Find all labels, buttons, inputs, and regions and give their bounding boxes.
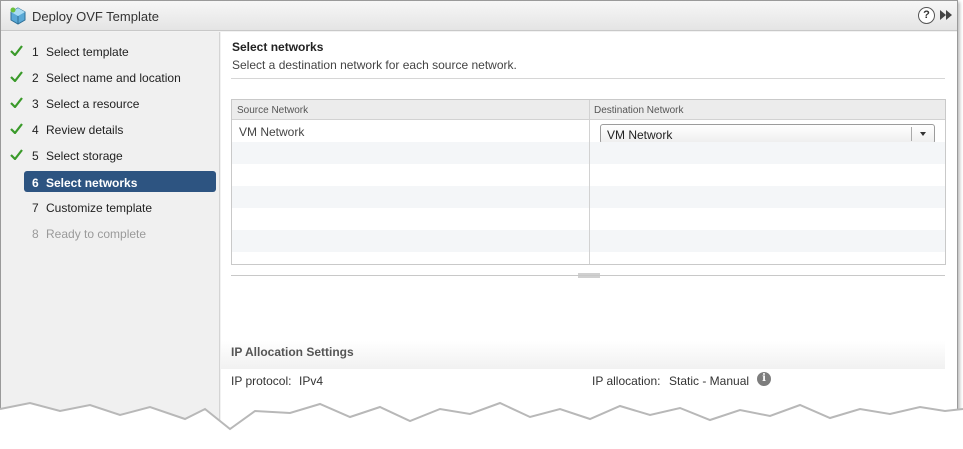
page-description: Select a destination network for each so…: [232, 58, 517, 72]
wizard-step-select-name-and-location[interactable]: 2 Select name and location: [1, 66, 220, 88]
wizard-step-select-networks[interactable]: 6 Select networks: [1, 171, 220, 193]
step-number: 8: [32, 227, 39, 241]
step-number: 4: [32, 123, 39, 137]
step-label: Select template: [46, 45, 129, 59]
step-label: Review details: [46, 123, 124, 137]
ip-protocol-label: IP protocol:: [231, 374, 292, 388]
step-number: 6: [32, 176, 39, 190]
ovf-template-icon: [10, 7, 26, 25]
wizard-steps-sidebar: 1 Select template 2 Select name and loca…: [1, 32, 220, 444]
deploy-ovf-dialog: Deploy OVF Template ? 1 Select template …: [0, 0, 958, 445]
splitter-grip-icon[interactable]: [578, 272, 600, 279]
checkmark-icon: [10, 149, 23, 160]
column-header-source-network[interactable]: Source Network: [237, 105, 308, 116]
page-title: Select networks: [232, 40, 324, 54]
wizard-step-review-details[interactable]: 4 Review details: [1, 118, 220, 140]
wizard-step-select-template[interactable]: 1 Select template: [1, 40, 220, 62]
info-icon[interactable]: i: [757, 372, 771, 386]
step-number: 1: [32, 45, 39, 59]
dropdown-value: VM Network: [607, 128, 673, 142]
step-label: Select storage: [46, 149, 123, 163]
step-number: 7: [32, 201, 39, 215]
destination-network-dropdown[interactable]: VM Network: [600, 124, 935, 144]
step-label: Select networks: [46, 176, 138, 190]
network-mapping-table: Source Network Destination Network VM Ne…: [231, 99, 946, 265]
step-label: Select name and location: [46, 71, 181, 85]
checkmark-icon: [10, 97, 23, 108]
divider: [231, 78, 945, 79]
expand-panel-icon[interactable]: [938, 8, 954, 22]
source-network-cell: VM Network: [239, 125, 305, 139]
checkmark-icon: [10, 45, 23, 56]
ip-protocol-value: IPv4: [299, 374, 324, 388]
wizard-step-select-storage[interactable]: 5 Select storage: [1, 144, 220, 166]
column-divider: [589, 100, 590, 264]
step-label: Customize template: [46, 201, 153, 215]
step-content-panel: Select networks Select a destination net…: [221, 32, 957, 444]
step-label: Ready to complete: [46, 227, 147, 241]
ip-allocation-value: Static - Manual: [669, 374, 750, 388]
checkmark-icon: [10, 123, 23, 134]
step-number: 5: [32, 149, 39, 163]
ip-allocation-title: IP Allocation Settings: [231, 345, 354, 359]
wizard-step-ready-to-complete: 8 Ready to complete: [1, 222, 220, 244]
ip-allocation-label: IP allocation:: [592, 374, 661, 388]
step-label: Select a resource: [46, 97, 140, 111]
step-number: 2: [32, 71, 39, 85]
wizard-step-select-a-resource[interactable]: 3 Select a resource: [1, 92, 220, 114]
wizard-step-customize-template[interactable]: 7 Customize template: [1, 196, 220, 218]
help-icon[interactable]: ?: [918, 7, 935, 24]
dialog-title: Deploy OVF Template: [32, 9, 159, 24]
torn-edge-decoration: [0, 401, 963, 449]
step-number: 3: [32, 97, 39, 111]
column-header-destination-network[interactable]: Destination Network: [594, 105, 683, 116]
title-bar: Deploy OVF Template ?: [1, 1, 957, 31]
dropdown-separator: [911, 127, 912, 141]
chevron-down-icon[interactable]: [920, 132, 926, 136]
checkmark-icon: [10, 71, 23, 82]
